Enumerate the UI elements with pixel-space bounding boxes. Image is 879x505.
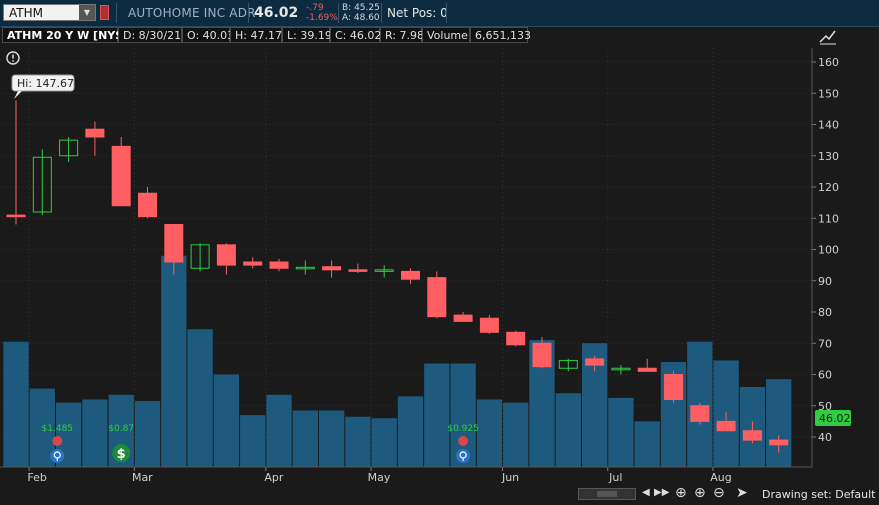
price-axis: 405060708090100110120130140150160 bbox=[812, 56, 839, 444]
earnings-icon bbox=[458, 436, 469, 446]
volume-bar bbox=[134, 401, 161, 467]
pointer-icon[interactable]: ➤ bbox=[736, 485, 748, 501]
volume-bar bbox=[213, 374, 240, 467]
time-tick-label: Jun bbox=[501, 471, 519, 484]
zoom-out-icon[interactable]: ⊖ bbox=[713, 485, 725, 501]
price-tick-label: 110 bbox=[818, 212, 839, 225]
volume-bar bbox=[292, 410, 318, 467]
scrollbar-thumb[interactable] bbox=[597, 491, 617, 497]
volume-bar bbox=[266, 394, 292, 467]
candle-body bbox=[716, 420, 736, 432]
horizontal-scrollbar[interactable] bbox=[578, 488, 636, 500]
candle-body bbox=[138, 192, 157, 218]
dividend-amount: $1.485 bbox=[42, 424, 74, 434]
candle-body bbox=[506, 331, 526, 346]
price-tick-label: 130 bbox=[818, 150, 839, 163]
candle-body bbox=[164, 224, 184, 263]
price-tick-label: 120 bbox=[818, 181, 839, 194]
volume-bar bbox=[555, 393, 581, 467]
candle-body bbox=[742, 430, 762, 441]
crosshair-icon[interactable]: ⊕ bbox=[675, 485, 687, 501]
candle-body bbox=[111, 145, 131, 207]
dividend-amount: $0.925 bbox=[447, 424, 479, 434]
candle-body bbox=[664, 374, 683, 400]
volume-bar bbox=[634, 421, 660, 467]
candle-body bbox=[322, 266, 342, 271]
last-price-tag: 46.02 bbox=[815, 410, 851, 426]
volume-bar bbox=[345, 416, 371, 467]
candle-body bbox=[637, 367, 657, 372]
time-tick-label: Mar bbox=[132, 471, 153, 484]
volume-bar bbox=[424, 363, 450, 467]
candle-body bbox=[269, 261, 289, 269]
last-price-tag-text: 46.02 bbox=[819, 412, 851, 425]
high-label: Hi: 147.67 bbox=[17, 77, 74, 90]
volume-bar bbox=[476, 399, 503, 467]
volume-bar bbox=[161, 255, 187, 467]
candle-body bbox=[6, 214, 26, 218]
candle-body bbox=[401, 270, 420, 280]
zoom-in-icon[interactable]: ⊕ bbox=[694, 485, 706, 501]
time-tick-label: Apr bbox=[264, 471, 284, 484]
candle-body bbox=[453, 314, 473, 322]
candle-body bbox=[585, 358, 605, 366]
price-tick-label: 140 bbox=[818, 119, 839, 132]
candle-body bbox=[532, 342, 552, 368]
volume-bar bbox=[371, 418, 397, 467]
price-tick-label: 80 bbox=[818, 306, 832, 319]
high-callout: Hi: 147.67 bbox=[11, 74, 75, 99]
dividend-amount: $0.87 bbox=[108, 424, 134, 434]
volume-bar bbox=[187, 329, 213, 467]
dollar-sign-icon: $ bbox=[117, 447, 126, 462]
earnings-icon bbox=[52, 436, 63, 446]
time-tick-label: Feb bbox=[27, 471, 46, 484]
alert-icon[interactable] bbox=[6, 51, 20, 65]
volume-bars bbox=[3, 255, 792, 467]
scroll-right-icon[interactable]: ▶▶ bbox=[654, 487, 669, 498]
price-tick-label: 60 bbox=[818, 369, 832, 382]
candle-body bbox=[479, 317, 499, 333]
volume-bar bbox=[240, 415, 266, 467]
volume-bar bbox=[503, 402, 529, 467]
time-tick-label: Jul bbox=[608, 471, 622, 484]
volume-bar bbox=[608, 397, 634, 467]
time-axis: Feb Mar Apr May Jun Jul Aug bbox=[27, 467, 732, 484]
scroll-left-icon[interactable]: ◀ bbox=[642, 487, 650, 498]
volume-bar bbox=[318, 410, 345, 467]
candle-body bbox=[427, 277, 447, 318]
candle-body bbox=[348, 269, 368, 272]
candle-body bbox=[769, 439, 789, 446]
volume-bar bbox=[3, 341, 29, 467]
candle-body bbox=[690, 405, 710, 422]
price-tick-label: 70 bbox=[818, 337, 832, 350]
price-chart[interactable]: 405060708090100110120130140150160 Feb Mar… bbox=[0, 0, 879, 505]
price-tick-label: 150 bbox=[818, 87, 839, 100]
price-tick-label: 40 bbox=[818, 431, 832, 444]
drawing-set-label[interactable]: Drawing set: Default bbox=[762, 488, 875, 501]
volume-bar bbox=[766, 379, 792, 467]
candle-body bbox=[85, 128, 105, 138]
volume-bar bbox=[82, 399, 108, 467]
candle-body bbox=[216, 244, 236, 266]
price-tick-label: 90 bbox=[818, 275, 832, 288]
volume-bar bbox=[397, 396, 424, 467]
chart-footer: ◀ ▶▶ ⊕ ⊕ ⊖ ➤ bbox=[0, 485, 879, 505]
price-tick-label: 100 bbox=[818, 244, 839, 257]
candle-body bbox=[243, 261, 263, 266]
time-tick-label: May bbox=[368, 471, 391, 484]
price-tick-label: 160 bbox=[818, 56, 839, 69]
time-tick-label: Aug bbox=[710, 471, 731, 484]
